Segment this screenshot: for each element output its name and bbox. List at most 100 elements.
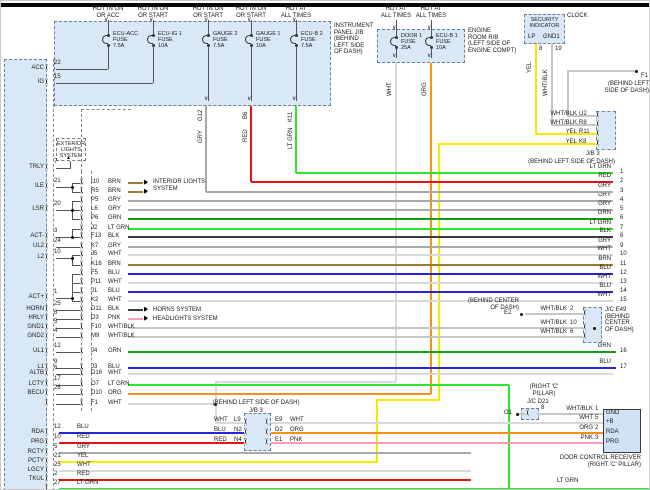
connector-icon: )( xyxy=(45,65,48,71)
module-pin-LSR: LSR xyxy=(32,206,44,212)
wire-segment xyxy=(56,69,108,70)
connector-icon: )( xyxy=(80,315,83,321)
pin-number-label: 21 xyxy=(54,453,61,459)
body-module-box xyxy=(4,59,47,489)
pin-number-label: 25 xyxy=(54,462,61,468)
wire-color-label: WHT xyxy=(108,400,122,406)
module-pin-TKUL: TKUL xyxy=(28,476,44,482)
wire-color-label: WHT xyxy=(77,462,91,468)
junction-dot xyxy=(71,236,74,239)
wire-segment xyxy=(56,374,83,375)
connector-icon: )( xyxy=(45,243,48,249)
wire-color-label: BLU xyxy=(108,288,120,294)
wire-color-label: GRN xyxy=(108,348,122,354)
pin-number-label: 12 xyxy=(54,424,61,430)
wire-row-L6 xyxy=(128,209,613,211)
wire-number-label: 13 xyxy=(620,279,627,285)
wiring-diagram-canvas: SECURITY INDICATOR EXTERIOR LIGHTS SYSTE… xyxy=(0,0,650,490)
wire-color-label: GRY xyxy=(77,444,90,450)
wire-color-label: PNK xyxy=(108,315,121,321)
fuse-label: ECU-ACC FUSE 7.5A xyxy=(113,31,139,49)
junction-dot xyxy=(214,403,217,406)
wire-row-J2 xyxy=(128,228,613,230)
wire-segment xyxy=(56,352,83,353)
connector-icon: )( xyxy=(583,324,586,330)
wire-row-I10 xyxy=(128,182,143,184)
wire-color-label: RED xyxy=(598,173,611,179)
wire-row-M9 xyxy=(128,336,583,338)
module-pin-UL1: UL1 xyxy=(32,348,44,354)
module-pin-UL2: UL2 xyxy=(32,243,44,249)
fuse-icon xyxy=(245,35,251,44)
door-control-receiver-label: DOOR CONTROL RECEIVER (RIGHT 'C' PILLAR) xyxy=(559,455,641,468)
engine-rb-label: ENGINE ROOM R/B (LEFT SIDE OF ENGINE COM… xyxy=(468,28,517,54)
fuse-wire xyxy=(251,46,252,101)
text-label: HOT AT ALL TIMES xyxy=(415,6,447,19)
wire-color-label: LT GRN xyxy=(589,220,611,226)
wire-number-label: 11 xyxy=(620,261,627,267)
fuse-icon xyxy=(202,35,208,44)
wire-color-label: BLU xyxy=(599,283,611,289)
wire-row-K7 xyxy=(128,246,613,248)
connector-icon: )( xyxy=(596,140,599,146)
wire-id-label: O7 xyxy=(91,381,100,387)
module-pin-RCTY: RCTY xyxy=(27,449,44,455)
connector-icon: )( xyxy=(45,348,48,354)
wire-color-label: BLU xyxy=(108,270,120,276)
junction-dot xyxy=(71,257,74,260)
wire-segment xyxy=(271,442,603,444)
module-pin-IG: IG xyxy=(37,79,44,85)
junction-dot xyxy=(71,209,74,212)
wire-color-label: BRN xyxy=(598,256,611,262)
wire-row-D11 xyxy=(128,309,143,311)
wire-color-label: GRY xyxy=(598,201,611,207)
module-pin-BECU: BECU xyxy=(27,390,44,396)
fuse-wire xyxy=(208,46,209,101)
connector-icon: )( xyxy=(80,251,83,257)
chevron-down-icon: ∨ xyxy=(427,25,432,31)
wire-segment xyxy=(56,404,83,405)
wire-row-J3 xyxy=(128,367,616,369)
junction-dot xyxy=(635,70,638,73)
harness-dashed-corner xyxy=(81,109,131,172)
chevron-down-icon: ∨ xyxy=(247,96,252,102)
text-label: E9 xyxy=(275,417,283,423)
wire-id-label: J5 xyxy=(91,251,98,257)
wire-row-GRY xyxy=(206,191,613,193)
wire-segment xyxy=(567,70,637,72)
chevron-down-icon: ∨ xyxy=(292,96,297,102)
wire-row-P11 xyxy=(128,282,613,284)
text-label: GRY xyxy=(198,130,204,143)
wire-id-label: F1 xyxy=(91,400,99,406)
wire-color-label: BLK xyxy=(599,228,611,234)
text-label: 1 xyxy=(595,406,599,412)
text-label: WHT/BLK xyxy=(540,306,567,312)
connector-icon: )( xyxy=(45,449,48,455)
horns-label: HORNS SYSTEM xyxy=(153,307,202,313)
wire-color-label: GRN xyxy=(597,210,611,216)
wire-number-label: 5 xyxy=(620,206,624,212)
text-label: E2 xyxy=(504,310,512,316)
wire-segment xyxy=(215,381,396,383)
wire-color-label: LT GRN xyxy=(77,480,99,486)
pin-number-label: 10 xyxy=(54,434,61,440)
wire-color-label: YEL xyxy=(77,453,89,459)
wire-row-F13 xyxy=(128,236,613,238)
wire-id-label: D11 xyxy=(91,306,102,312)
module-pin-RDA: RDA xyxy=(31,429,44,435)
connector-icon: )( xyxy=(45,467,48,473)
connector-icon: )( xyxy=(80,179,83,185)
module-pin-ACT-: ACT- xyxy=(30,233,44,239)
wire-id-label: K2 xyxy=(91,297,99,303)
wire-segment xyxy=(295,106,297,173)
module-pin-L2: L2 xyxy=(37,254,44,260)
wire-color-label: WHT xyxy=(108,297,122,303)
wire-row-P5 xyxy=(128,200,613,202)
wire-color-label: WHT xyxy=(597,274,611,280)
wire-row-K2 xyxy=(128,300,613,302)
wire-row-P6 xyxy=(128,218,613,220)
connector-icon: )( xyxy=(80,381,83,387)
connector-icon: )( xyxy=(45,476,48,482)
wire-id-label: D16 xyxy=(91,370,103,376)
wire-id-label: M9 xyxy=(91,333,100,339)
